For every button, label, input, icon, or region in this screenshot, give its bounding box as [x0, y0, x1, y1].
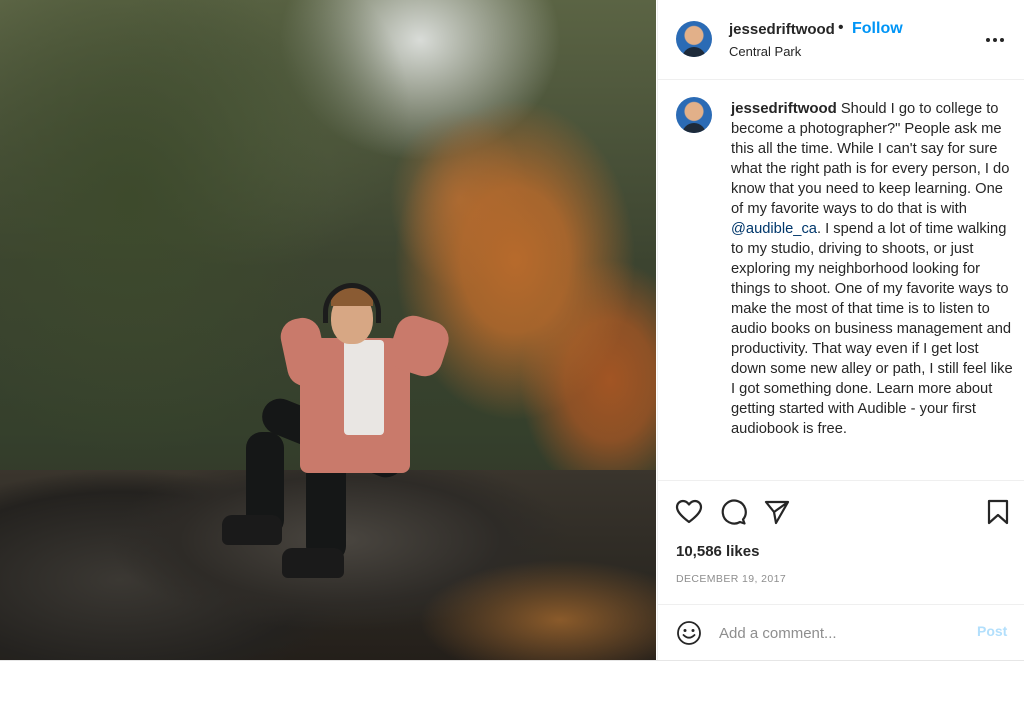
separator-dot: • [838, 19, 844, 36]
header-username[interactable]: jessedriftwood [729, 21, 835, 38]
person-figure [0, 0, 656, 660]
caption-section: jessedriftwood Should I go to college to … [658, 81, 1024, 481]
share-icon[interactable] [763, 498, 791, 526]
mention-link[interactable]: @audible_ca [731, 221, 817, 237]
comment-bar: Post [658, 604, 1024, 660]
caption-text: jessedriftwood Should I go to college to … [731, 99, 1013, 439]
headphones-icon [323, 283, 381, 323]
bookmark-icon[interactable] [984, 498, 1012, 526]
post-date[interactable]: DECEMBER 19, 2017 [676, 573, 786, 585]
location-link[interactable]: Central Park [729, 44, 801, 59]
heart-icon[interactable] [675, 498, 703, 526]
caption-username[interactable]: jessedriftwood [731, 100, 837, 117]
post-button[interactable]: Post [977, 623, 1007, 639]
caption-avatar[interactable] [676, 97, 712, 133]
caption-body-2: . I spend a lot of time walking to my st… [731, 221, 1013, 437]
post-panel: jessedriftwood • Follow Central Park jes… [657, 0, 1024, 660]
caption-body-1: Should I go to college to become a photo… [731, 101, 1010, 217]
emoji-icon[interactable] [676, 620, 702, 646]
avatar[interactable] [676, 21, 712, 57]
page-below-area [0, 660, 1024, 716]
likes-count[interactable]: 10,586 likes [676, 543, 759, 560]
comment-icon[interactable] [719, 498, 747, 526]
action-bar [658, 490, 1024, 534]
follow-button[interactable]: Follow [852, 20, 903, 38]
post-image[interactable] [0, 0, 656, 660]
more-options-icon[interactable] [983, 28, 1007, 52]
post-header: jessedriftwood • Follow Central Park [658, 0, 1024, 80]
comment-input[interactable] [719, 621, 959, 645]
